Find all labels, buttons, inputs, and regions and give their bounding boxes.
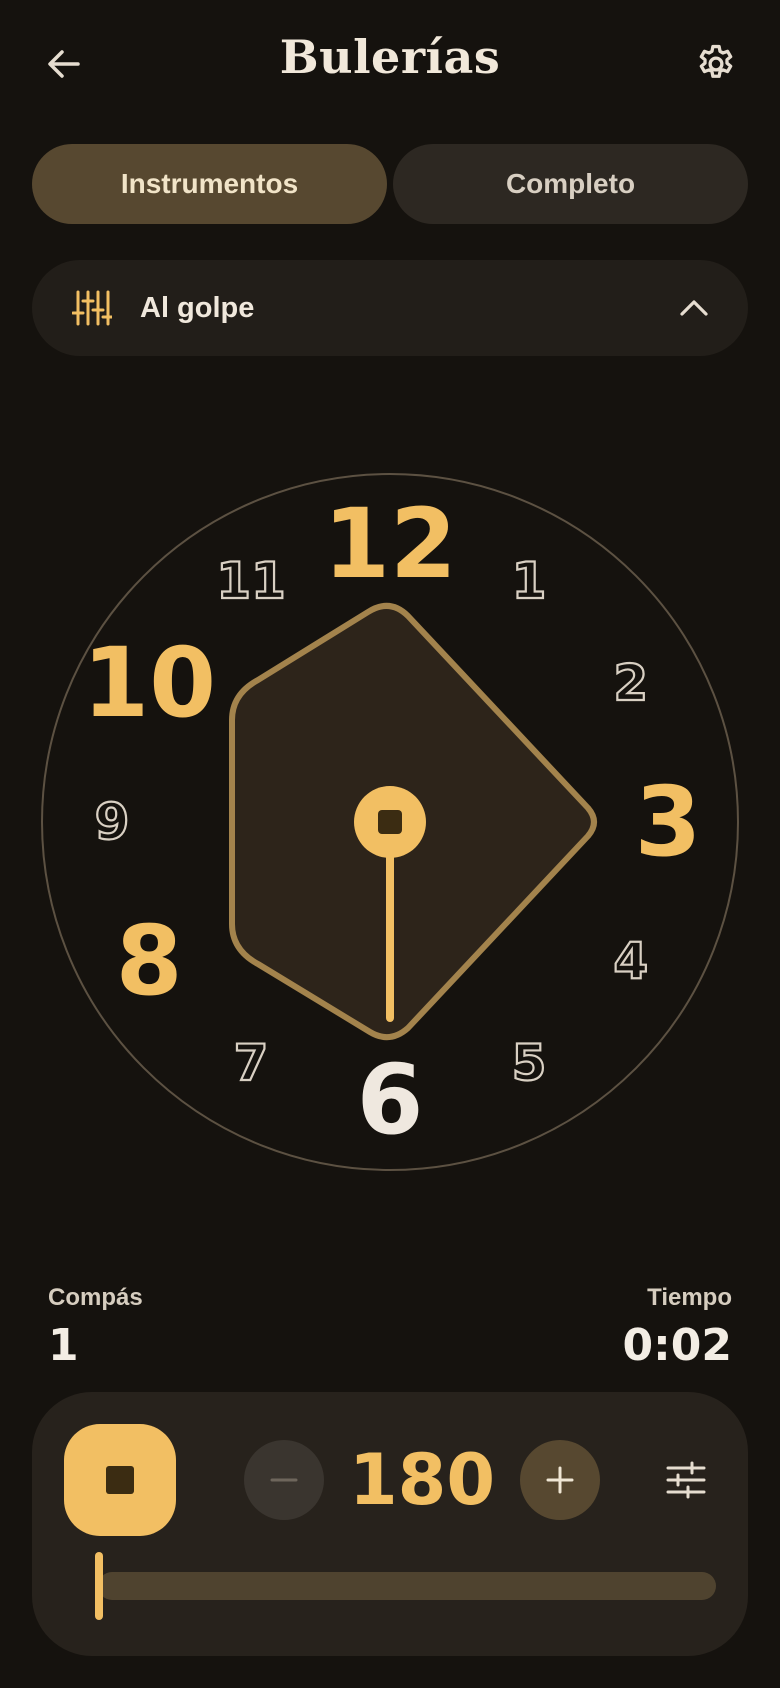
clock-number-6[interactable]: 6 — [357, 1044, 424, 1156]
clock-number-7[interactable]: 7 — [233, 1033, 270, 1093]
sliders-horizontal-icon — [666, 1461, 706, 1499]
clock-number-1[interactable]: 1 — [511, 551, 548, 611]
clock-number-10[interactable]: 10 — [82, 627, 216, 739]
progress-thumb[interactable] — [95, 1552, 103, 1620]
gear-icon — [699, 44, 733, 78]
plus-icon — [546, 1466, 574, 1494]
tiempo-value: 0:02 — [622, 1320, 732, 1371]
page-title: Bulerías — [279, 30, 501, 84]
preset-label: Al golpe — [140, 291, 255, 324]
preset-selector[interactable]: Al golpe — [32, 260, 748, 356]
settings-button[interactable] — [692, 40, 740, 88]
compas-value: 1 — [48, 1320, 79, 1371]
tiempo-label: Tiempo — [647, 1284, 732, 1311]
clock-number-2[interactable]: 2 — [612, 653, 649, 713]
sliders-icon — [72, 290, 112, 326]
compas-clock: 12 1234567891011 — [41, 473, 739, 1171]
minus-icon — [270, 1478, 298, 1482]
mode-tabs: Instrumentos Completo — [32, 144, 748, 224]
clock-number-11[interactable]: 11 — [215, 551, 287, 611]
stop-icon — [106, 1466, 134, 1494]
clock-hub-center — [378, 810, 402, 834]
compas-label: Compás — [48, 1284, 143, 1311]
chevron-up-icon — [680, 300, 708, 316]
tempo-decrease-button[interactable] — [244, 1440, 324, 1520]
clock-number-5[interactable]: 5 — [511, 1033, 548, 1093]
tab-instrumentos[interactable]: Instrumentos — [32, 144, 387, 224]
clock-number-4[interactable]: 4 — [612, 931, 649, 991]
tempo-value: 180 — [348, 1439, 496, 1521]
player-panel: 180 — [32, 1392, 748, 1656]
stop-button[interactable] — [64, 1424, 176, 1536]
progress-track[interactable] — [98, 1572, 716, 1600]
mixer-button[interactable] — [662, 1456, 710, 1504]
clock-number-9[interactable]: 9 — [94, 792, 131, 852]
stats-row: Compás 1 Tiempo 0:02 — [48, 1284, 732, 1374]
clock-number-12[interactable]: 12 — [323, 488, 457, 600]
app-header: Bulerías — [0, 0, 780, 130]
tempo-increase-button[interactable] — [520, 1440, 600, 1520]
clock-number-8[interactable]: 8 — [116, 905, 183, 1017]
tab-completo[interactable]: Completo — [393, 144, 748, 224]
clock-number-3[interactable]: 3 — [635, 766, 702, 878]
